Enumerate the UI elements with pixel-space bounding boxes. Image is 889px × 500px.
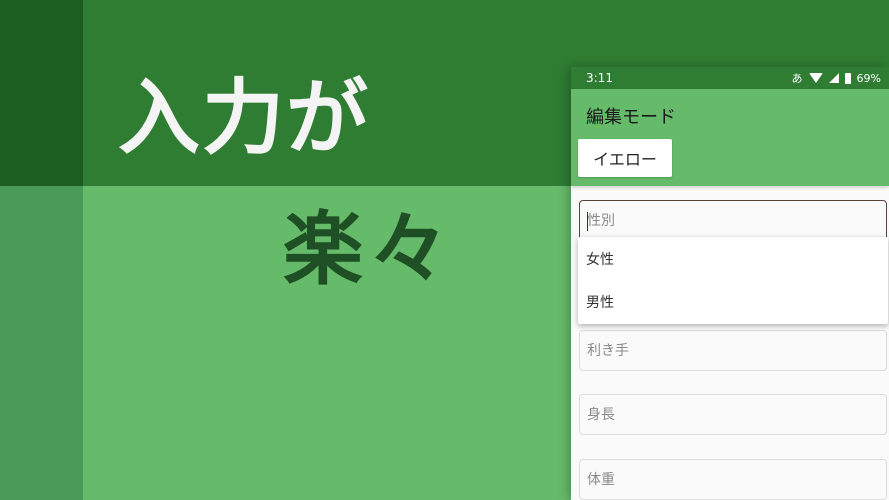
gender-option-male[interactable]: 男性 (578, 280, 888, 323)
app-bar: 編集モード イエロー (571, 89, 889, 186)
theme-color-button[interactable]: イエロー (578, 139, 672, 177)
battery-icon (844, 72, 851, 84)
status-bar: 3:11 あ 69% (571, 67, 889, 89)
phone-screen: 3:11 あ 69% 編集モード イエロー 女性 男性 (571, 67, 889, 500)
battery-percent: 69% (856, 71, 881, 85)
gender-dropdown-menu: 女性 男性 (578, 237, 888, 324)
weight-field[interactable] (579, 459, 887, 500)
wifi-icon (808, 73, 823, 83)
weight-input[interactable] (580, 460, 886, 499)
status-icons: あ 69% (792, 70, 881, 86)
handedness-input[interactable] (580, 331, 886, 370)
handedness-field[interactable] (579, 330, 887, 371)
height-input[interactable] (580, 395, 886, 434)
promo-left-accent-top (0, 0, 83, 186)
signal-icon (828, 73, 839, 83)
promo-headline: 入力が (118, 71, 371, 166)
text-caret (587, 212, 588, 231)
promo-subline: 楽々 (283, 203, 455, 296)
ime-indicator: あ (791, 72, 803, 85)
height-field[interactable] (579, 394, 887, 435)
promo-left-accent-bottom (0, 186, 83, 500)
page-title: 編集モード (586, 107, 676, 128)
gender-field[interactable] (579, 200, 887, 241)
status-time: 3:11 (586, 71, 613, 85)
gender-option-female[interactable]: 女性 (578, 237, 888, 280)
gender-input[interactable] (580, 201, 886, 240)
